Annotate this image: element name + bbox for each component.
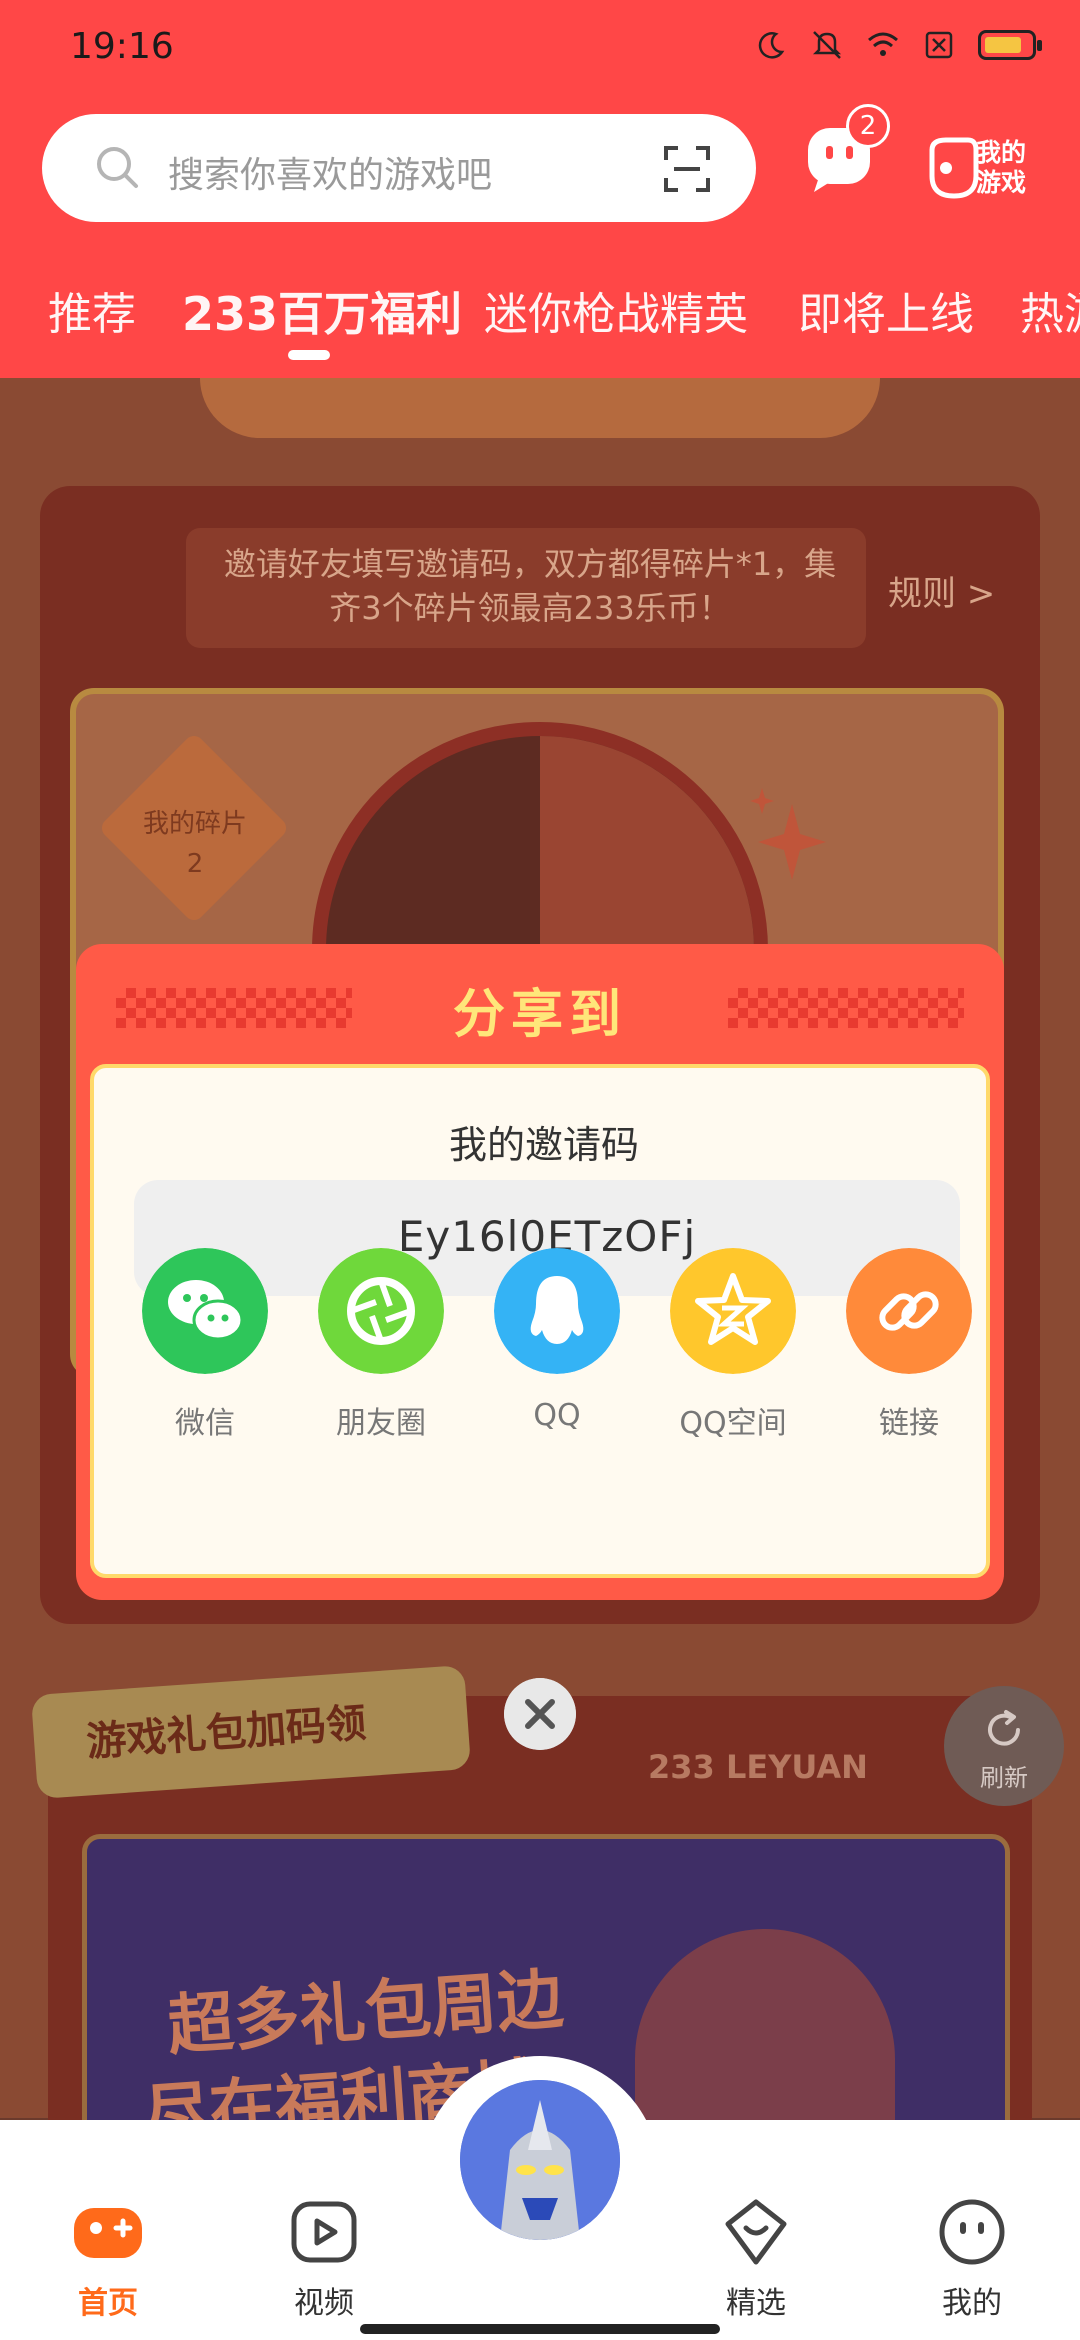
nav-featured-label: 精选 xyxy=(726,2286,786,2321)
category-tabs: 推荐 233百万福利 迷你枪战精英 即将上线 热游 xyxy=(0,272,1080,352)
message-badge: 2 xyxy=(846,104,890,148)
close-icon[interactable] xyxy=(504,1678,576,1750)
nav-home[interactable]: 首页 xyxy=(28,2194,188,2334)
share-wechat[interactable]: 微信 xyxy=(120,1248,290,1468)
video-icon xyxy=(291,2201,357,2263)
featured-icon xyxy=(725,2199,787,2265)
nav-profile-label: 我的 xyxy=(942,2286,1002,2321)
tab-coming-soon[interactable]: 即将上线 xyxy=(798,278,974,342)
nav-home-label: 首页 xyxy=(78,2286,138,2321)
center-avatar-button[interactable] xyxy=(456,2076,624,2244)
share-modal: 分享到 我的邀请码 Ey16l0ETzOFj 微信 朋友圈 QQ QQ空间 链接 xyxy=(76,944,1004,1600)
share-options: 微信 朋友圈 QQ QQ空间 链接 xyxy=(94,1248,994,1468)
share-moments-label: 朋友圈 xyxy=(336,1406,426,1441)
share-qzone[interactable]: QQ空间 xyxy=(648,1248,818,1468)
share-wechat-label: 微信 xyxy=(175,1406,235,1441)
share-qzone-label: QQ空间 xyxy=(679,1406,787,1441)
moments-icon xyxy=(318,1248,444,1374)
top-header: 19:16 搜索你喜欢的游戏吧 2 我的游戏 推荐 233百万福利 迷你枪战精英… xyxy=(0,0,1080,378)
tab-mini-gunfight[interactable]: 迷你枪战精英 xyxy=(484,278,748,342)
sim-icon xyxy=(925,31,953,59)
link-icon xyxy=(846,1248,972,1374)
tab-hot[interactable]: 热游 xyxy=(1020,278,1080,342)
share-qq-label: QQ xyxy=(533,1398,581,1433)
tab-recommend[interactable]: 推荐 xyxy=(48,278,136,342)
share-link[interactable]: 链接 xyxy=(824,1248,994,1468)
hero-avatar-icon xyxy=(460,2080,620,2240)
modal-title: 分享到 xyxy=(452,985,627,1045)
moon-icon xyxy=(758,32,785,59)
profile-icon xyxy=(939,2199,1005,2265)
search-icon xyxy=(97,147,138,188)
invite-code-label: 我的邀请码 xyxy=(448,1123,639,1167)
qzone-icon xyxy=(670,1248,796,1374)
nav-video-label: 视频 xyxy=(294,2286,354,2321)
share-link-label: 链接 xyxy=(879,1406,939,1441)
wechat-icon xyxy=(142,1248,268,1374)
status-icons xyxy=(754,28,1042,62)
tab-233-welfare[interactable]: 233百万福利 xyxy=(182,278,462,344)
modal-body: 我的邀请码 Ey16l0ETzOFj 微信 朋友圈 QQ QQ空间 链接 xyxy=(90,1064,990,1578)
nav-featured[interactable]: 精选 xyxy=(676,2194,836,2334)
status-time: 19:16 xyxy=(70,26,174,67)
nav-video[interactable]: 视频 xyxy=(244,2194,404,2334)
tab-indicator xyxy=(288,350,330,360)
qq-icon xyxy=(494,1248,620,1374)
search-bar[interactable]: 搜索你喜欢的游戏吧 xyxy=(42,114,756,222)
home-gamepad-icon xyxy=(74,2208,142,2258)
search-input[interactable]: 搜索你喜欢的游戏吧 xyxy=(168,146,492,198)
nav-profile[interactable]: 我的 xyxy=(892,2194,1052,2334)
my-games-label[interactable]: 我的游戏 xyxy=(976,138,1040,198)
wifi-icon xyxy=(868,32,898,56)
bottom-nav: 首页 视频 精选 我的 xyxy=(0,2056,1080,2340)
share-moments[interactable]: 朋友圈 xyxy=(296,1248,466,1468)
status-bar: 19:16 xyxy=(0,0,1080,96)
battery-icon xyxy=(978,30,1042,60)
scan-icon[interactable] xyxy=(662,144,712,194)
share-qq[interactable]: QQ xyxy=(472,1248,642,1468)
mute-icon xyxy=(812,31,842,59)
home-indicator[interactable] xyxy=(360,2324,720,2334)
